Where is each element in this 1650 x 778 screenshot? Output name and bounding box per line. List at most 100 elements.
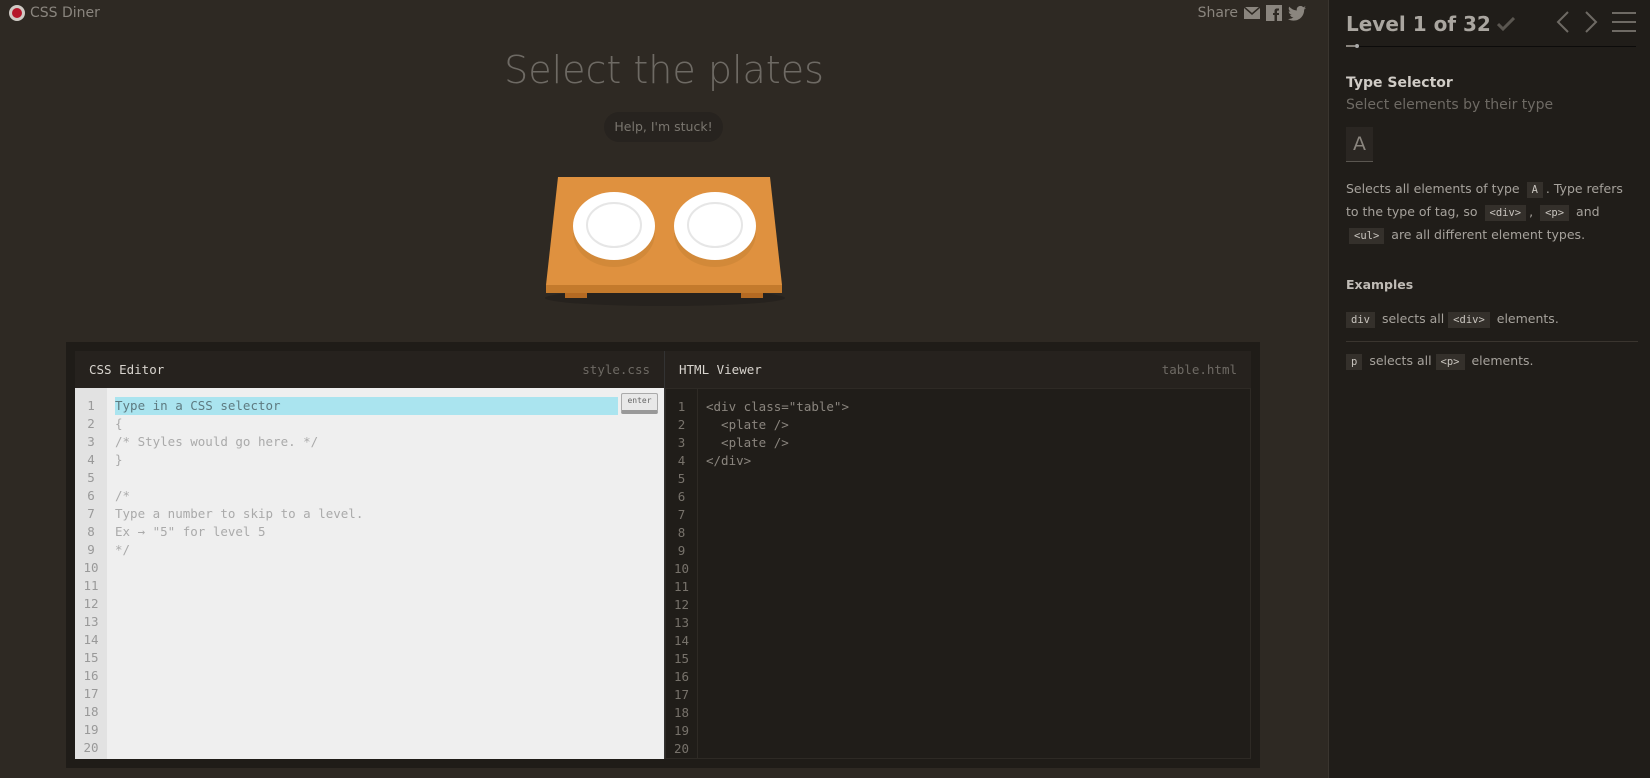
game-area: CSS Diner Share Select the plates Help, … [0,0,1328,778]
markup-line[interactable]: </div> [706,452,1250,470]
facebook-icon[interactable] [1266,5,1282,21]
plate[interactable] [674,192,756,267]
code-line: Type a number to skip to a level. [115,506,364,521]
line-numbers: 1 2 3 4 5 6 7 8 9 10 11 12 13 14 15 16 17 18 19 20 [75,388,107,759]
line-number: 7 [677,507,686,522]
selector-subtitle: Select elements by their type [1346,97,1554,113]
line-number: 17 [673,687,690,702]
email-icon[interactable] [1244,7,1260,19]
share-label: Share [1197,5,1238,21]
line-number: 10 [83,560,99,575]
previous-level-icon[interactable] [1556,10,1570,34]
selector-description: Selects all elements of type A. Type ref… [1346,178,1638,247]
example-text: elements. [1496,311,1559,326]
markup-line[interactable]: <plate /> [706,434,1250,452]
example-tag: <div> [1448,312,1490,328]
line-number: 1 [677,399,686,414]
level-label: Level 1 of 32 [1346,12,1491,36]
level-instruction: Select the plates [504,48,824,92]
line-number: 1 [87,398,95,413]
level-sidebar: Level 1 of 32 Type Selector Select eleme… [1328,0,1650,778]
selector-syntax: A [1346,127,1373,162]
line-number: 14 [83,632,99,647]
logo[interactable]: CSS Diner [9,5,100,21]
line-number: 4 [87,452,95,467]
app-name: CSS Diner [30,5,100,21]
code-line: } [115,452,123,467]
line-number: 17 [83,686,99,701]
line-numbers: 1 2 3 4 5 6 7 8 9 10 11 12 13 14 15 16 17 18 19 20 [666,389,698,758]
example-item: div selects all <div> elements. [1346,311,1638,328]
line-number: 13 [83,614,99,629]
desc-code: A [1526,182,1543,198]
html-viewer: HTML Viewer table.html 1 2 3 4 5 6 7 8 9 10 11 12 13… [664,351,1251,759]
line-number: 9 [87,542,95,557]
code-line: Ex → "5" for level 5 [115,524,266,539]
desc-text: , [1529,204,1534,219]
help-button[interactable]: Help, I'm stuck! [604,112,723,142]
line-number: 10 [673,561,690,576]
logo-icon [9,5,25,21]
dinner-table [540,170,790,310]
line-number: 6 [87,488,95,503]
html-code: <div class="table"> <plate /> <plate /> <… [698,389,1250,758]
line-number: 19 [673,723,690,738]
example-text: selects all [1381,311,1445,326]
example-code: div [1346,312,1375,328]
line-number: 3 [87,434,95,449]
next-level-icon[interactable] [1584,10,1598,34]
line-number: 6 [677,489,686,504]
checkmark-icon [1496,17,1515,31]
line-number: 11 [83,578,99,593]
desc-code: <p> [1540,205,1570,221]
divider [1346,341,1638,342]
css-selector-input[interactable]: Type in a CSS selector [115,397,618,415]
line-number: 19 [83,722,99,737]
desc-text: Selects all elements of type [1346,181,1520,196]
example-item: p selects all <p> elements. [1346,353,1638,370]
code-line: /* Styles would go here. */ [115,434,319,449]
desc-code: <div> [1484,205,1527,221]
code-line: */ [115,542,131,557]
css-editor: CSS Editor style.css 1 2 3 4 5 6 7 8 9 10 11 12 13 14… [75,351,664,759]
examples-title: Examples [1346,277,1414,292]
line-number: 12 [673,597,690,612]
line-number: 2 [87,416,95,431]
level-progress-bar [1346,44,1636,48]
line-number: 2 [677,417,686,432]
line-number: 9 [677,543,686,558]
line-number: 8 [87,524,95,539]
line-number: 4 [677,453,686,468]
line-number: 16 [83,668,99,683]
line-number: 20 [83,740,99,755]
enter-button[interactable]: enter [621,393,658,414]
twitter-icon[interactable] [1288,5,1306,21]
line-number: 15 [673,651,690,666]
line-number: 15 [83,650,99,665]
share-bar: Share [1198,5,1306,21]
html-viewer-header: HTML Viewer table.html [665,351,1251,388]
desc-text: and [1576,204,1600,219]
level-indicator[interactable]: Level 1 of 32 [1346,12,1515,36]
plate[interactable] [573,192,655,267]
markup-line[interactable]: <div class="table"> [706,398,1250,416]
example-code: p [1346,354,1363,370]
code-line: { [115,416,123,431]
menu-icon[interactable] [1612,10,1636,34]
line-number: 18 [673,705,690,720]
line-number: 5 [87,470,95,485]
line-number: 12 [83,596,99,611]
line-number: 11 [673,579,690,594]
editor-panel: CSS Editor style.css 1 2 3 4 5 6 7 8 9 10 11 12 13 14… [66,342,1260,768]
css-editor-title: CSS Editor [89,362,165,377]
line-number: 18 [83,704,99,719]
markup-line[interactable]: <plate /> [706,416,1250,434]
